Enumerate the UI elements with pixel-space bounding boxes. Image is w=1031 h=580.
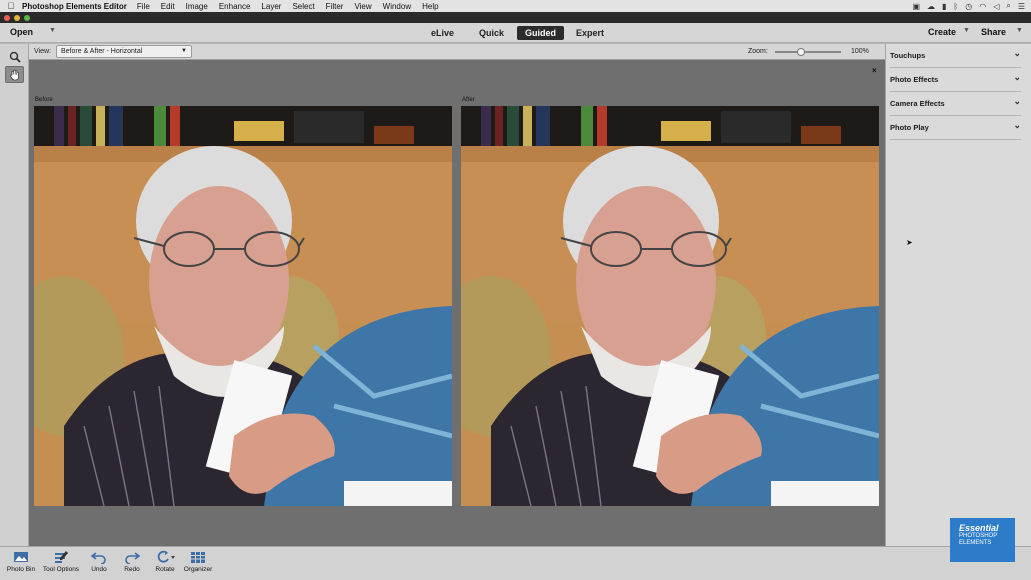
organizer-icon (191, 552, 205, 563)
photo-bin-icon (14, 552, 28, 562)
notification-icon[interactable]: ☰ (1018, 2, 1025, 11)
logo-line-3: ELEMENTS (959, 540, 992, 546)
wifi-icon[interactable]: ◠ (979, 2, 986, 11)
logo-line-1: Essential (959, 523, 999, 533)
view-select-value: Before & After - Horizontal (61, 48, 143, 55)
view-label: View: (34, 48, 51, 55)
tool-options-icon (55, 551, 68, 563)
tool-options-button[interactable]: Tool Options (39, 550, 83, 580)
after-label: After (462, 97, 475, 103)
section-photo-play[interactable]: Photo Play ⌄ (890, 116, 1021, 140)
essential-photoshop-elements-logo: Essential PHOTOSHOP ELEMENTS (950, 518, 1015, 562)
options-bar: View: Before & After - Horizontal ▼ Zoom… (29, 44, 885, 60)
redo-button[interactable]: Redo (119, 550, 145, 580)
photo-bin-button[interactable]: Photo Bin (4, 550, 38, 580)
zoom-tool[interactable] (5, 48, 24, 65)
menu-filter[interactable]: Filter (326, 2, 344, 11)
logo-line-2: PHOTOSHOP (959, 533, 998, 539)
apple-icon[interactable]:  (0, 1, 22, 11)
undo-button[interactable]: Undo (86, 550, 112, 580)
section-title: Camera Effects (890, 99, 945, 108)
battery-icon[interactable]: ▮ (942, 2, 946, 11)
close-icon[interactable]: × (872, 66, 877, 75)
share-button[interactable]: Share (981, 27, 1006, 37)
tool-strip (0, 44, 29, 546)
image-canvas[interactable]: × Before After (29, 60, 885, 546)
chevron-down-icon: ⌄ (1013, 120, 1021, 130)
section-camera-effects[interactable]: Camera Effects ⌄ (890, 92, 1021, 116)
menu-help[interactable]: Help (422, 2, 438, 11)
mode-quick[interactable]: Quick (471, 26, 512, 40)
section-touchups[interactable]: Touchups ⌄ (890, 44, 1021, 68)
guided-panel: Touchups ⌄ Photo Effects ⌄ Camera Effect… (885, 44, 1031, 546)
zoom-value: 100% (851, 48, 869, 55)
before-photo[interactable] (34, 106, 452, 506)
cloud-icon[interactable]: ☁ (927, 2, 935, 11)
app-name-menu[interactable]: Photoshop Elements Editor (22, 2, 127, 11)
hand-tool[interactable] (5, 66, 24, 83)
organizer-button[interactable]: Organizer (181, 550, 215, 580)
organizer-label: Organizer (183, 566, 213, 573)
menu-layer[interactable]: Layer (261, 2, 281, 11)
menu-select[interactable]: Select (292, 2, 314, 11)
portrait-image (461, 106, 879, 506)
spotlight-icon[interactable]: ⌕ (1006, 1, 1010, 11)
share-dropdown-icon[interactable]: ▼ (1016, 27, 1023, 34)
rotate-icon (157, 550, 175, 563)
section-photo-effects[interactable]: Photo Effects ⌄ (890, 68, 1021, 92)
mac-menubar:  Photoshop Elements Editor File Edit Im… (0, 0, 1031, 12)
menu-file[interactable]: File (137, 2, 150, 11)
chevron-down-icon: ⌄ (1013, 96, 1021, 106)
bottom-taskbar: Photo Bin Tool Options Undo Redo Rotate … (0, 546, 1031, 580)
photo-bin-label: Photo Bin (6, 566, 36, 573)
redo-icon (125, 552, 140, 564)
zoom-window-icon[interactable] (24, 15, 30, 21)
camera-icon[interactable]: ▣ (912, 2, 920, 11)
section-title: Photo Effects (890, 75, 939, 84)
open-button[interactable]: Open (10, 27, 33, 37)
rotate-label: Rotate (155, 566, 175, 573)
mode-guided[interactable]: Guided (517, 26, 564, 40)
magnifier-icon (9, 51, 21, 63)
redo-label: Redo (124, 566, 140, 573)
window-titlebar (0, 12, 1031, 23)
view-select[interactable]: Before & After - Horizontal ▼ (56, 45, 192, 58)
chevron-down-icon: ⌄ (1013, 48, 1021, 58)
after-photo[interactable] (461, 106, 879, 506)
mouse-cursor-icon: ➤ (906, 238, 913, 247)
menu-edit[interactable]: Edit (161, 2, 175, 11)
create-button[interactable]: Create (928, 27, 956, 37)
open-dropdown-icon[interactable]: ▼ (49, 27, 56, 34)
zoom-slider-track[interactable] (775, 51, 841, 53)
menu-enhance[interactable]: Enhance (219, 2, 251, 11)
menu-image[interactable]: Image (186, 2, 208, 11)
portrait-image (34, 106, 452, 506)
mode-expert[interactable]: Expert (568, 26, 612, 40)
zoom-label: Zoom: (748, 48, 768, 55)
mode-elive[interactable]: eLive (423, 26, 462, 40)
chevron-down-icon: ▼ (181, 48, 187, 54)
close-window-icon[interactable] (4, 15, 10, 21)
section-title: Touchups (890, 51, 926, 60)
undo-icon (91, 552, 106, 564)
undo-label: Undo (91, 566, 107, 573)
create-dropdown-icon[interactable]: ▼ (963, 27, 970, 34)
minimize-window-icon[interactable] (14, 15, 20, 21)
section-title: Photo Play (890, 123, 929, 132)
menu-window[interactable]: Window (383, 2, 411, 11)
photoshop-elements-window:  Photoshop Elements Editor File Edit Im… (0, 0, 1031, 580)
mode-bar: Open ▼ eLive Quick Guided Expert Create … (0, 23, 1031, 43)
bluetooth-icon[interactable]: ᛒ (953, 2, 958, 11)
time-machine-icon[interactable]: ◷ (965, 2, 972, 11)
rotate-button[interactable]: Rotate (151, 550, 179, 580)
chevron-down-icon: ⌄ (1013, 72, 1021, 82)
menu-view[interactable]: View (354, 2, 371, 11)
zoom-slider-thumb[interactable] (797, 48, 806, 56)
menubar-status-icons: ▣ ☁ ▮ ᛒ ◷ ◠ ◁ ⌕ ☰ (912, 0, 1025, 12)
tool-options-label: Tool Options (42, 566, 80, 573)
volume-icon[interactable]: ◁ (993, 2, 999, 11)
before-label: Before (35, 97, 53, 103)
hand-icon (9, 69, 19, 80)
